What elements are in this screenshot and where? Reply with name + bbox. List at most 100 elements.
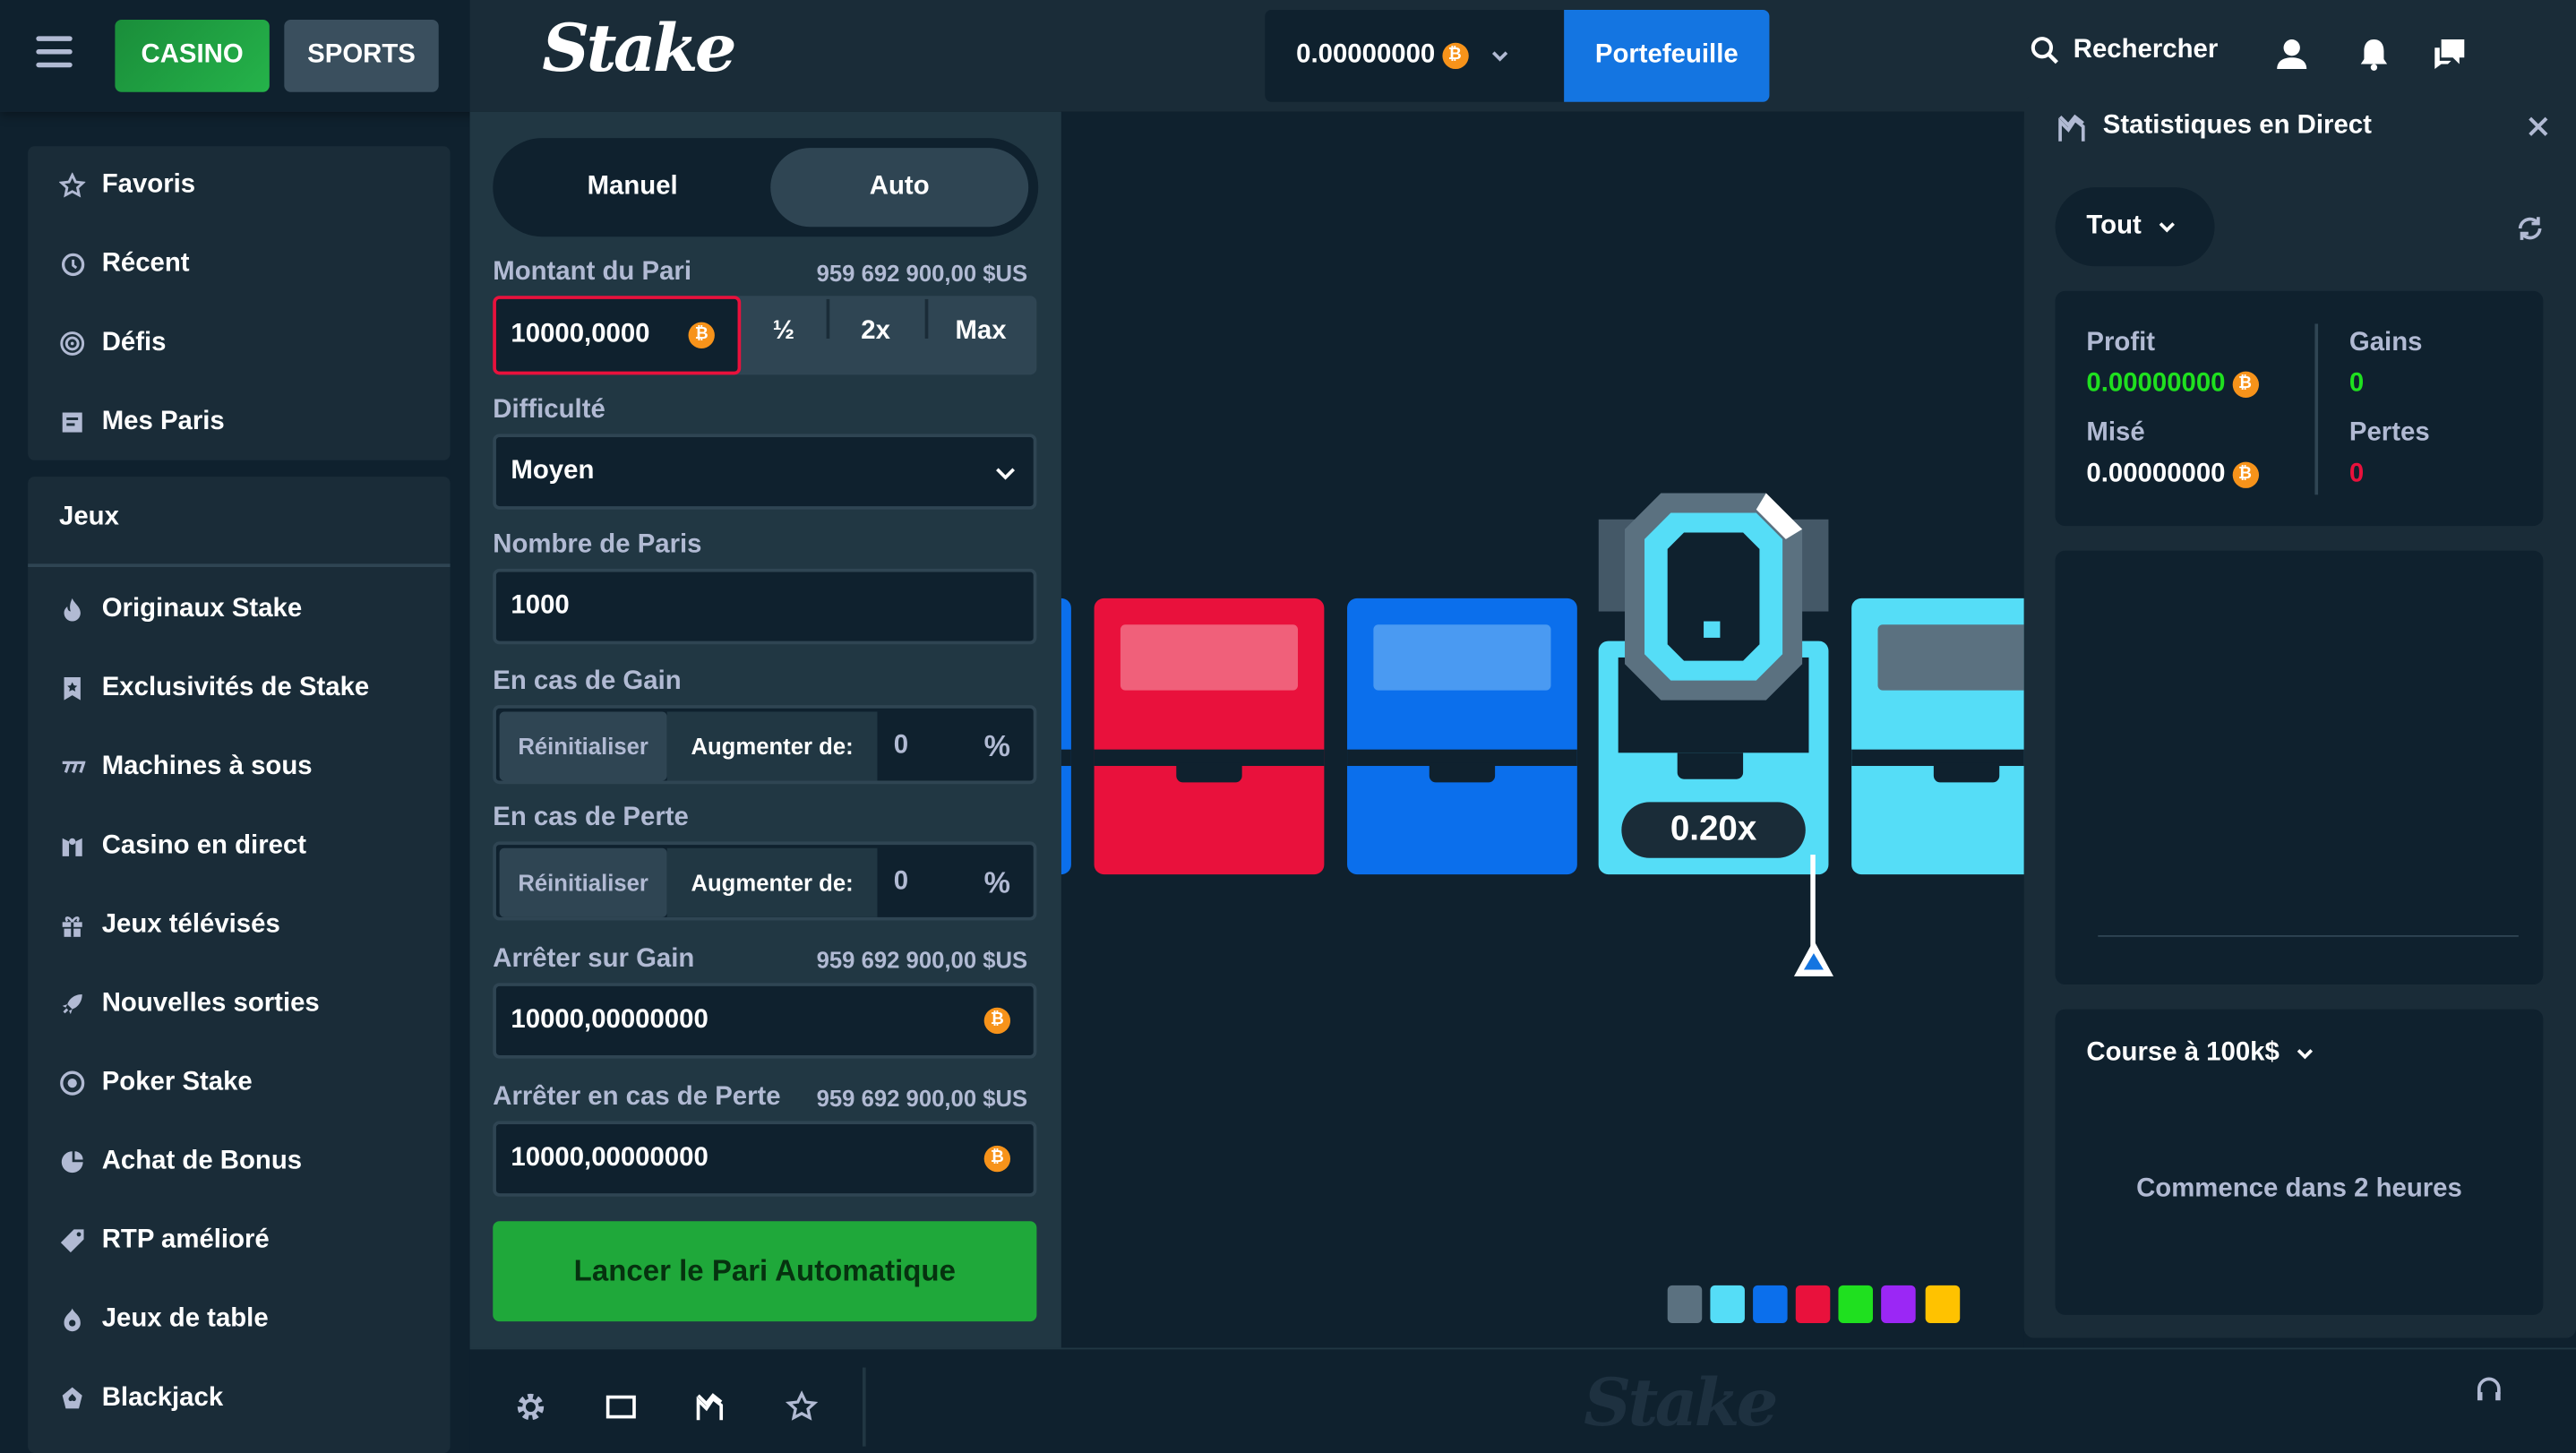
sidebar-item-label: Poker Stake [101,1068,253,1096]
stats-chart-icon[interactable] [693,1390,726,1423]
on-loss-label: En cas de Perte [493,804,689,832]
case-blue-partial [1060,598,1071,875]
theatre-mode-icon[interactable] [605,1390,638,1423]
sidebar-item-label: Jeux de table [101,1304,269,1334]
receipt-icon [62,412,82,433]
spade-card-icon [62,1387,82,1409]
sports-tab[interactable]: SPORTS [284,20,439,92]
sidebar-item-favoris[interactable]: Favoris [59,166,195,205]
headset-icon[interactable] [2472,1374,2505,1407]
percent-icon: % [983,729,1011,763]
stop-loss-input[interactable]: 10000,00000000 ₿ [493,1121,1037,1197]
sidebar-item-jeux-table[interactable]: Jeux de table [59,1300,269,1339]
refresh-icon[interactable] [2515,214,2545,244]
num-bets-label: Nombre de Paris [493,530,702,559]
tab-auto[interactable]: Auto [770,148,1029,228]
casino-tab[interactable]: CASINO [115,20,270,92]
wagered-value: 0.00000000 [2086,460,2226,488]
max-button[interactable]: Max [924,298,1037,347]
user-icon[interactable] [2274,36,2310,72]
color-swatch-gray [1667,1285,1703,1324]
on-loss-increase-value[interactable]: 0 [894,868,908,898]
stop-loss-label: Arrêter en cas de Perte [493,1083,781,1112]
on-win-reset-button[interactable]: Réinitialiser [499,711,667,781]
multiplier-value: 0.20x [1670,810,1757,848]
on-win-increase-value[interactable]: 0 [894,731,908,761]
stats-filter-select[interactable]: Tout [2055,187,2215,267]
tab-manual[interactable]: Manuel [502,148,762,227]
sidebar-item-rtp[interactable]: RTP amélioré [59,1221,270,1260]
history-icon [61,253,85,277]
bonus-icon [61,1151,83,1174]
bitcoin-icon: ₿ [2231,371,2259,399]
wallet-label: Portefeuille [1594,40,1739,70]
gem-icon [1598,493,1829,701]
bet-amount-usd: 959 692 900,00 $US [816,259,1028,287]
on-loss-increase-button[interactable]: Augmenter de: [666,847,878,917]
color-swatch-yellow [1925,1285,1961,1324]
wagered-row: 0.00000000 ₿ [2086,460,2259,490]
search-button[interactable]: Rechercher [2031,36,2218,65]
color-swatch-green [1838,1285,1873,1324]
sidebar-item-recent[interactable]: Récent [59,245,190,284]
sidebar-item-jeux-televises[interactable]: Jeux télévisés [59,906,280,945]
games-heading[interactable]: Jeux [59,503,119,532]
bitcoin-icon: ₿ [983,1007,1011,1035]
menu-icon[interactable] [36,36,73,72]
sidebar-item-originaux[interactable]: Originaux Stake [59,590,302,630]
start-autobet-button[interactable]: Lancer le Pari Automatique [493,1221,1037,1322]
sidebar-item-machines[interactable]: Machines à sous [59,748,313,787]
sports-tab-label: SPORTS [307,40,416,70]
sidebar-divider [28,563,451,568]
num-bets-input[interactable]: 1000 [493,568,1037,645]
sidebar-item-label: Nouvelles sorties [101,989,320,1018]
bet-amount-label: Montant du Pari [493,258,691,287]
sidebar-item-label: RTP amélioré [101,1225,270,1254]
flame-icon [64,598,81,622]
stats-summary-card: Profit 0.00000000 ₿ Gains 0 Misé 0.00000… [2055,290,2544,527]
num-bets-value: 1000 [511,591,570,620]
favorite-star-icon[interactable] [785,1390,819,1423]
chat-icon[interactable] [2432,36,2468,72]
sidebar-item-achat-bonus[interactable]: Achat de Bonus [59,1142,302,1182]
stop-profit-input[interactable]: 10000,00000000 ₿ [493,983,1037,1059]
sidebar-item-blackjack[interactable]: Blackjack [59,1379,223,1418]
sidebar-item-defis[interactable]: Défis [59,323,166,363]
sidebar-item-casino-direct[interactable]: Casino en direct [59,827,306,866]
on-win-row: Réinitialiser Augmenter de: 0 % [493,705,1037,785]
wagered-label: Misé [2086,418,2145,448]
close-icon[interactable] [2527,115,2550,138]
bet-amount-input[interactable]: 10000,0000 ₿ [493,296,742,375]
stake-logo[interactable]: Stake [542,10,736,87]
sidebar-item-label: Casino en direct [101,831,307,860]
on-loss-reset-button[interactable]: Réinitialiser [499,847,667,917]
chevron-down-icon [1491,51,1507,62]
difficulty-select[interactable]: Moyen [493,434,1037,510]
sidebar-item-mes-paris[interactable]: Mes Paris [59,403,225,443]
bell-icon[interactable] [2356,36,2391,72]
race-selector[interactable]: Course à 100k$ [2086,1039,2315,1069]
slots-icon [62,761,86,773]
sidebar-item-label: Originaux Stake [101,595,303,623]
settings-icon[interactable] [514,1390,547,1423]
case-blue [1347,598,1577,875]
double-button[interactable]: 2x [826,298,925,347]
stop-profit-usd: 959 692 900,00 $US [816,946,1028,974]
tab-manual-label: Manuel [587,172,678,201]
tab-auto-label: Auto [869,172,930,201]
search-icon [2031,37,2058,64]
on-win-increase-button[interactable]: Augmenter de: [666,711,878,781]
wallet-button[interactable]: Portefeuille [1564,10,1770,102]
on-win-label: En cas de Gain [493,666,682,696]
half-button[interactable]: ½ [741,317,826,347]
balance-selector[interactable]: 0.00000000 ₿ [1265,10,1565,102]
stop-loss-value: 10000,00000000 [511,1144,708,1173]
sidebar-item-poker[interactable]: Poker Stake [59,1063,253,1103]
sidebar-item-label: Favoris [101,170,196,200]
sidebar-item-exclusivites[interactable]: Exclusivités de Stake [59,669,369,709]
sidebar-item-nouvelles-sorties[interactable]: Nouvelles sorties [59,984,320,1024]
bitcoin-icon: ₿ [983,1145,1011,1173]
stats-chart-area [2055,550,2544,985]
sidebar-item-label: Défis [101,328,167,357]
multiplier-badge: 0.20x [1621,802,1806,858]
